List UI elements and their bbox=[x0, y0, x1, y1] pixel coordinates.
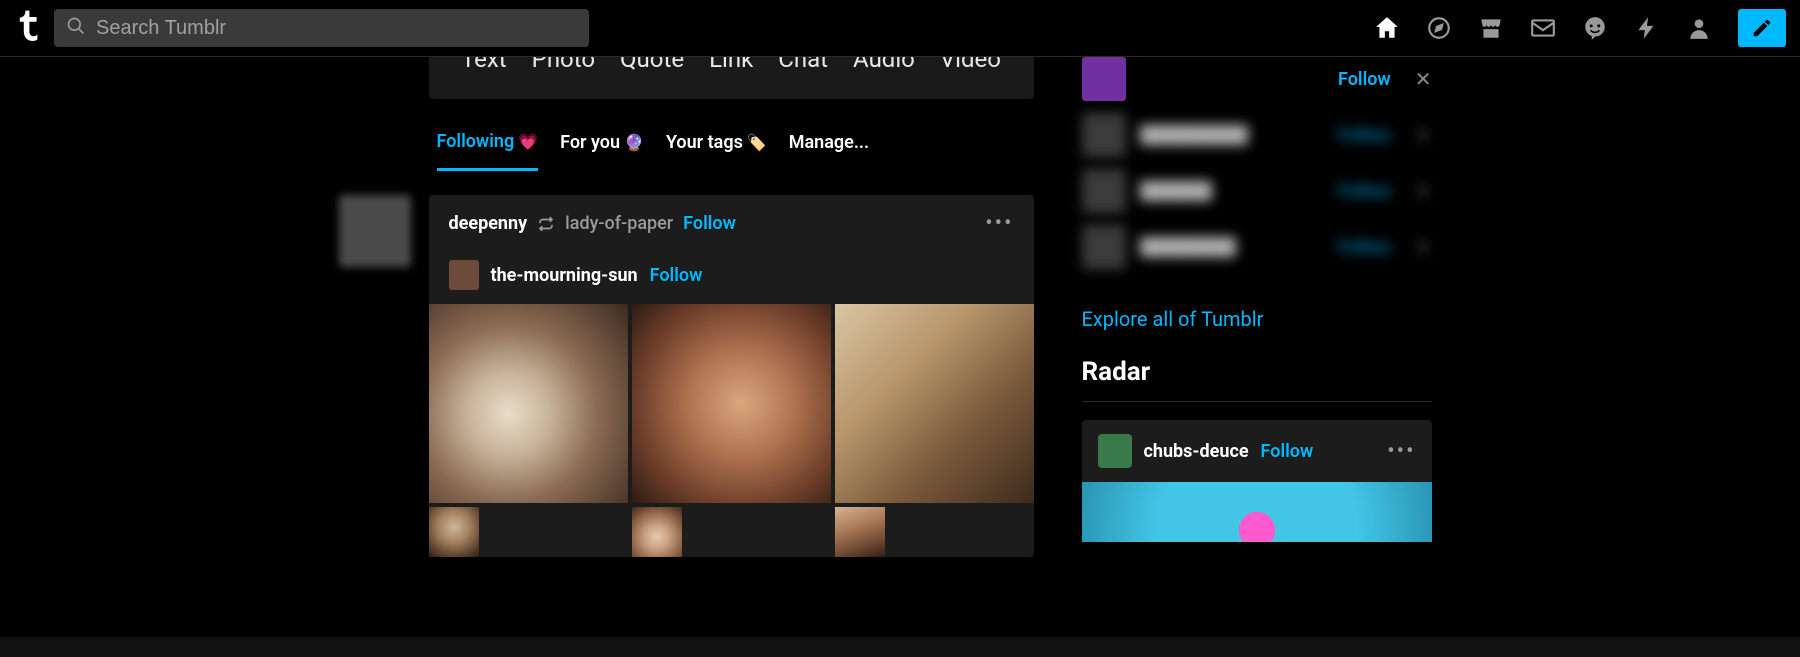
radar-header: chubs-deuce Follow ••• bbox=[1082, 420, 1432, 482]
radar-card: chubs-deuce Follow ••• bbox=[1082, 420, 1432, 542]
tag-icon: 🏷️ bbox=[747, 133, 767, 152]
rec-avatar[interactable] bbox=[1082, 225, 1126, 269]
store-icon[interactable] bbox=[1478, 15, 1504, 41]
follow-source-link[interactable]: Follow bbox=[683, 213, 736, 234]
rec-avatar[interactable] bbox=[1082, 113, 1126, 157]
search-input[interactable] bbox=[96, 17, 577, 40]
dismiss-icon[interactable]: ✕ bbox=[1415, 179, 1432, 203]
nav-icons bbox=[1374, 9, 1800, 47]
rec-avatar[interactable] bbox=[1082, 57, 1126, 101]
tab-manage[interactable]: Manage... bbox=[789, 132, 869, 169]
rec-username[interactable]: █████████ bbox=[1140, 125, 1325, 145]
post-image[interactable] bbox=[835, 507, 885, 557]
recommendation-row: ██████ Follow ✕ bbox=[1082, 163, 1432, 219]
post-image[interactable] bbox=[835, 304, 1034, 503]
explore-all-link[interactable]: Explore all of Tumblr bbox=[1082, 307, 1432, 331]
messaging-icon[interactable] bbox=[1582, 15, 1608, 41]
post-type-chat[interactable]: Chat bbox=[778, 57, 828, 73]
post-subheader: the-mourning-sun Follow bbox=[429, 252, 1034, 304]
post-avatar[interactable] bbox=[339, 195, 411, 267]
recommendation-row: ████████ Follow ✕ bbox=[1082, 219, 1432, 275]
radar-username[interactable]: chubs-deuce bbox=[1144, 441, 1249, 462]
post-image[interactable] bbox=[632, 304, 831, 503]
center-column: Text Photo Quote Link Chat Audio Video F… bbox=[429, 57, 1034, 657]
post-header: deepenny lady-of-paper Follow ••• bbox=[429, 195, 1034, 252]
post-image[interactable] bbox=[632, 507, 682, 557]
post-type-text[interactable]: Text bbox=[461, 57, 507, 73]
dismiss-icon[interactable]: ✕ bbox=[1415, 235, 1432, 259]
tab-for-you[interactable]: For you 🔮 bbox=[560, 132, 644, 169]
post-image-grid bbox=[429, 304, 1034, 557]
reblogger-username[interactable]: deepenny bbox=[449, 213, 528, 234]
inbox-icon[interactable] bbox=[1530, 15, 1556, 41]
tab-following[interactable]: Following 💗 bbox=[437, 131, 539, 171]
radar-avatar[interactable] bbox=[1098, 434, 1132, 468]
follow-op-link[interactable]: Follow bbox=[650, 265, 703, 286]
search-icon bbox=[66, 16, 86, 40]
recommendation-row: Follow ✕ bbox=[1082, 51, 1432, 107]
op-username[interactable]: the-mourning-sun bbox=[491, 265, 638, 286]
compose-button[interactable] bbox=[1738, 9, 1786, 47]
search-bar[interactable] bbox=[54, 9, 589, 47]
source-username[interactable]: lady-of-paper bbox=[565, 213, 673, 234]
post-image[interactable] bbox=[429, 304, 628, 503]
tab-your-tags[interactable]: Your tags 🏷️ bbox=[666, 132, 767, 169]
tab-label: Your tags bbox=[666, 132, 743, 153]
post-card: deepenny lady-of-paper Follow ••• the-mo… bbox=[429, 195, 1034, 557]
post-type-link[interactable]: Link bbox=[709, 57, 753, 73]
post-type-photo[interactable]: Photo bbox=[532, 57, 595, 73]
content-area: Text Photo Quote Link Chat Audio Video F… bbox=[0, 57, 1800, 657]
dismiss-icon[interactable]: ✕ bbox=[1415, 67, 1432, 91]
rec-follow-link[interactable]: Follow bbox=[1338, 69, 1391, 90]
op-avatar[interactable] bbox=[449, 260, 479, 290]
radar-follow-link[interactable]: Follow bbox=[1261, 441, 1314, 462]
post-type-audio[interactable]: Audio bbox=[853, 57, 915, 73]
post-options-icon[interactable]: ••• bbox=[985, 211, 1013, 236]
feed-tabs: Following 💗 For you 🔮 Your tags 🏷️ Manag… bbox=[429, 131, 1034, 171]
top-nav bbox=[0, 0, 1800, 57]
tab-label: For you bbox=[560, 132, 620, 153]
rec-username[interactable]: ██████ bbox=[1140, 181, 1325, 201]
recommendation-row: █████████ Follow ✕ bbox=[1082, 107, 1432, 163]
rec-follow-link[interactable]: Follow bbox=[1338, 181, 1391, 202]
rec-follow-link[interactable]: Follow bbox=[1338, 125, 1391, 146]
post-image[interactable] bbox=[429, 507, 479, 557]
radar-options-icon[interactable]: ••• bbox=[1387, 439, 1415, 464]
tab-label: Manage... bbox=[789, 132, 869, 153]
right-column: Follow ✕ █████████ Follow ✕ ██████ Follo… bbox=[1082, 57, 1432, 657]
post-type-bar: Text Photo Quote Link Chat Audio Video bbox=[429, 57, 1034, 99]
dismiss-icon[interactable]: ✕ bbox=[1415, 123, 1432, 147]
account-icon[interactable] bbox=[1686, 15, 1712, 41]
footer-bar bbox=[0, 637, 1800, 657]
tumblr-logo[interactable] bbox=[10, 11, 44, 45]
tab-label: Following bbox=[437, 131, 515, 152]
activity-icon[interactable] bbox=[1634, 15, 1660, 41]
radar-heading: Radar bbox=[1082, 357, 1432, 402]
heart-icon: 💗 bbox=[518, 132, 538, 151]
rec-follow-link[interactable]: Follow bbox=[1338, 237, 1391, 258]
home-icon[interactable] bbox=[1374, 15, 1400, 41]
radar-image[interactable] bbox=[1082, 482, 1432, 542]
rec-username[interactable]: ████████ bbox=[1140, 237, 1325, 257]
post-type-video[interactable]: Video bbox=[940, 57, 1001, 73]
rec-avatar[interactable] bbox=[1082, 169, 1126, 213]
post-type-quote[interactable]: Quote bbox=[620, 57, 684, 73]
crystal-ball-icon: 🔮 bbox=[624, 133, 644, 152]
explore-icon[interactable] bbox=[1426, 15, 1452, 41]
reblog-icon bbox=[537, 215, 555, 233]
